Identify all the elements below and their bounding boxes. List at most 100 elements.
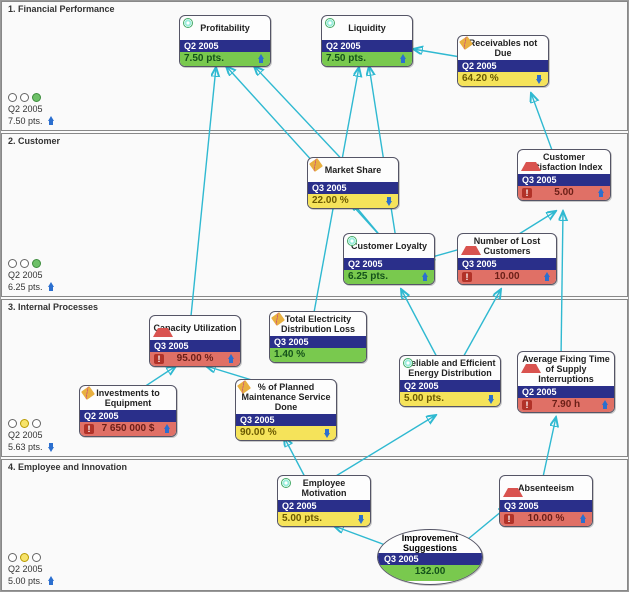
warning-icon	[521, 354, 541, 373]
trend-down-icon	[486, 394, 496, 404]
section-period: Q2 2005	[8, 270, 43, 280]
section-period: Q2 2005	[8, 564, 43, 574]
status-dots	[8, 419, 56, 428]
section-status: Q2 2005 5.63 pts.	[8, 419, 56, 452]
card-value: 7.50 pts.	[180, 52, 270, 66]
card-csi[interactable]: Customer Satisfaction Index Q3 2005 ! 5.…	[517, 149, 611, 201]
card-title: Receivables not Due	[461, 38, 545, 58]
trend-up-icon	[542, 272, 552, 282]
card-period: Q2 2005	[278, 500, 370, 512]
alert-icon: !	[522, 400, 532, 410]
card-planned-maintenance[interactable]: % of Planned Maintenance Service Done Q3…	[235, 379, 337, 441]
card-value: 64.20 %	[458, 72, 548, 86]
card-value: ! 7.90 h	[518, 398, 614, 412]
card-period: Q3 2005	[500, 500, 592, 512]
section-status: Q2 2005 6.25 pts.	[8, 259, 56, 292]
card-value: ! 95.00 %	[150, 352, 240, 366]
card-period: Q2 2005	[80, 410, 176, 422]
target-icon	[325, 18, 335, 28]
dot-icon	[8, 259, 17, 268]
section-period: Q2 2005	[8, 104, 43, 114]
target-icon	[403, 358, 413, 368]
dot-icon	[20, 93, 29, 102]
trend-up-icon	[596, 188, 606, 198]
trend-down-icon	[356, 514, 366, 524]
card-capacity-utilization[interactable]: Capacity Utilization Q3 2005 ! 95.00 %	[149, 315, 241, 367]
warning-icon	[521, 152, 541, 171]
card-title: Total Electricity Distribution Loss	[273, 314, 363, 334]
trend-down-icon	[384, 196, 394, 206]
card-distribution-loss[interactable]: Total Electricity Distribution Loss Q3 2…	[269, 311, 367, 363]
dot-icon	[32, 419, 41, 428]
section-value: 5.00 pts.	[8, 576, 43, 586]
card-value: 90.00 %	[236, 426, 336, 440]
dot-icon	[20, 553, 29, 562]
warning-icon	[503, 478, 523, 497]
card-title: % of Planned Maintenance Service Done	[239, 382, 333, 412]
card-title: Market Share	[325, 165, 382, 175]
card-profitability[interactable]: Profitability Q2 2005 7.50 pts.	[179, 15, 271, 67]
card-value: ! 7 650 000 $	[80, 422, 176, 436]
dot-icon	[32, 93, 41, 102]
card-period: Q3 2005	[378, 553, 482, 565]
alert-icon: !	[504, 514, 514, 524]
section-title: 2. Customer	[8, 136, 60, 146]
status-dots	[8, 93, 56, 102]
target-icon	[347, 236, 357, 246]
card-lost-customers[interactable]: Number of Lost Customers Q3 2005 ! 10.00	[457, 233, 557, 285]
trend-up-icon	[162, 424, 172, 434]
trend-up-icon	[578, 514, 588, 524]
card-period: Q2 2005	[180, 40, 270, 52]
section-status: Q2 2005 5.00 pts.	[8, 553, 56, 586]
section-value: 6.25 pts.	[8, 282, 43, 292]
pencil-icon	[309, 158, 323, 172]
dot-icon	[8, 93, 17, 102]
dot-icon	[8, 553, 17, 562]
card-period: Q2 2005	[518, 386, 614, 398]
card-investments[interactable]: Investments to Equipment Q2 2005 ! 7 650…	[79, 385, 177, 437]
warning-icon	[153, 318, 173, 337]
card-avg-fix-time[interactable]: Average Fixing Time of Supply Interrupti…	[517, 351, 615, 413]
trend-down-icon	[322, 428, 332, 438]
status-dots	[8, 259, 56, 268]
card-value: ! 5.00	[518, 186, 610, 200]
card-receivables-not-due[interactable]: Receivables not Due Q2 2005 64.20 %	[457, 35, 549, 87]
card-period: Q3 2005	[150, 340, 240, 352]
section-title: 4. Employee and Innovation	[8, 462, 127, 472]
card-value: ! 10.00 %	[500, 512, 592, 526]
card-market-share[interactable]: Market Share Q3 2005 22.00 %	[307, 157, 399, 209]
card-title: Customer Loyalty	[351, 241, 427, 251]
warning-icon	[461, 236, 481, 255]
trend-up-icon	[420, 272, 430, 282]
target-icon	[183, 18, 193, 28]
dot-icon	[20, 259, 29, 268]
trend-up-icon	[226, 354, 236, 364]
card-value: 6.25 pts.	[344, 270, 434, 284]
dot-icon	[32, 259, 41, 268]
card-title: Liquidity	[348, 23, 386, 33]
card-absenteeism[interactable]: Absenteeism Q3 2005 ! 10.00 %	[499, 475, 593, 527]
card-customer-loyalty[interactable]: Customer Loyalty Q2 2005 6.25 pts.	[343, 233, 435, 285]
card-title: Reliable and Efficient Energy Distributi…	[403, 358, 497, 378]
section-value: 7.50 pts.	[8, 116, 43, 126]
trend-down-icon	[534, 74, 544, 84]
trend-up-icon	[46, 116, 56, 126]
card-employee-motivation[interactable]: Employee Motivation Q2 2005 5.00 pts.	[277, 475, 371, 527]
card-value: 5.00 pts.	[400, 392, 500, 406]
card-period: Q2 2005	[322, 40, 412, 52]
section-title: 3. Internal Processes	[8, 302, 98, 312]
card-title: Investments to Equipment	[83, 388, 173, 408]
card-reliable-distribution[interactable]: Reliable and Efficient Energy Distributi…	[399, 355, 501, 407]
section-period: Q2 2005	[8, 430, 43, 440]
card-value: 22.00 %	[308, 194, 398, 208]
card-improvement-suggestions[interactable]: Improvement Suggestions Q3 2005 132.00	[377, 529, 483, 585]
status-dots	[8, 553, 56, 562]
alert-icon: !	[154, 354, 164, 364]
card-period: Q3 2005	[270, 336, 366, 348]
section-title: 1. Financial Performance	[8, 4, 115, 14]
card-title: Profitability	[200, 23, 250, 33]
trend-down-icon	[46, 442, 56, 452]
card-period: Q3 2005	[458, 258, 556, 270]
card-value: 5.00 pts.	[278, 512, 370, 526]
card-liquidity[interactable]: Liquidity Q2 2005 7.50 pts.	[321, 15, 413, 67]
